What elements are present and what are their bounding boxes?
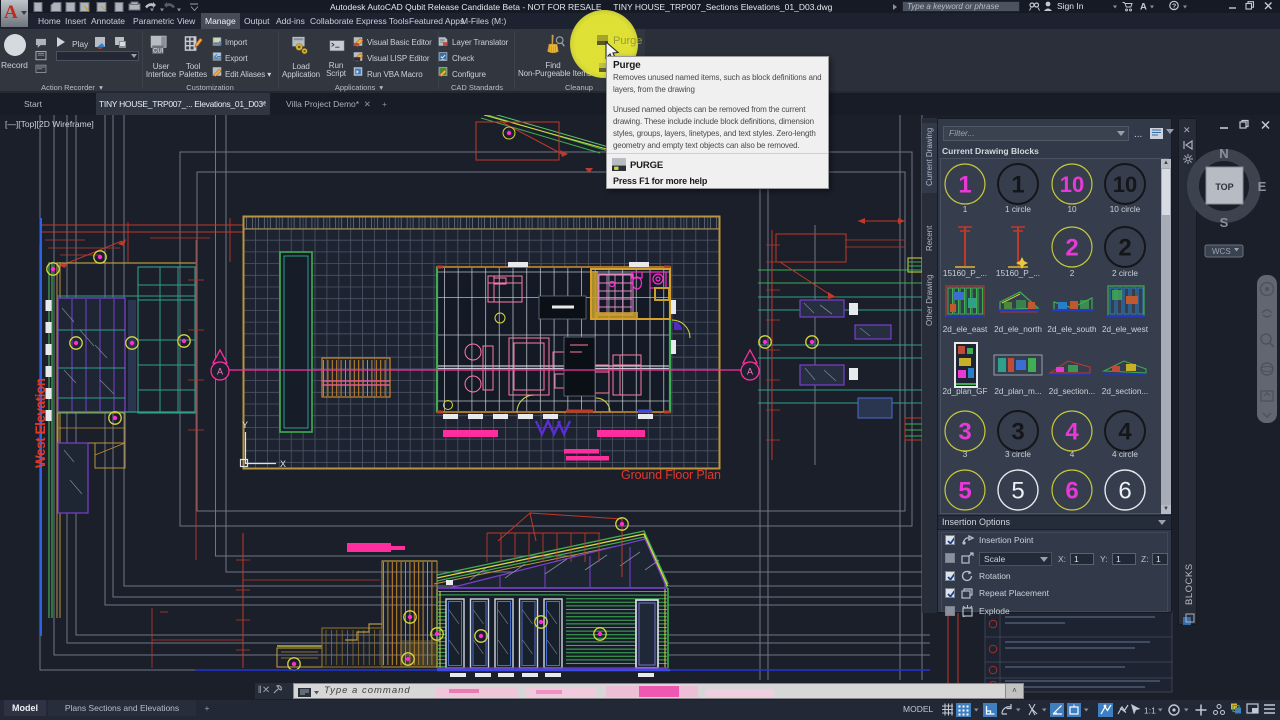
svg-text:X: X: [280, 459, 286, 469]
svg-text:1: 1: [1011, 172, 1024, 199]
svg-text:2d_ele_east: 2d_ele_east: [943, 325, 988, 334]
svg-text:4: 4: [1118, 419, 1132, 446]
svg-text:5: 5: [958, 478, 971, 505]
svg-text:2d_ele_south: 2d_ele_south: [1047, 325, 1097, 334]
svg-text:1:1: 1:1: [1144, 706, 1156, 716]
svg-text:1: 1: [963, 205, 968, 214]
svg-text:2d_section...: 2d_section...: [1049, 387, 1095, 396]
svg-text:A: A: [217, 367, 223, 377]
svg-text:Sign In: Sign In: [1057, 1, 1084, 11]
svg-text:10: 10: [1067, 205, 1077, 214]
svg-text:3: 3: [958, 419, 971, 446]
svg-text:A: A: [747, 367, 753, 377]
svg-text:3 circle: 3 circle: [1005, 450, 1031, 459]
svg-text:TOP: TOP: [1215, 182, 1233, 192]
svg-text:Y: Y: [242, 420, 248, 430]
svg-text:2 circle: 2 circle: [1112, 269, 1138, 278]
svg-text:WCS: WCS: [1212, 247, 1231, 256]
svg-text:N: N: [1219, 146, 1228, 161]
svg-text:2: 2: [1118, 235, 1131, 262]
svg-text:West Elevation: West Elevation: [33, 378, 48, 468]
svg-text:A: A: [1140, 2, 1147, 13]
svg-text:3: 3: [963, 450, 968, 459]
svg-text:15160_P_...: 15160_P_...: [996, 269, 1040, 278]
svg-text:10: 10: [1060, 172, 1084, 197]
svg-text:2d_plan_GF: 2d_plan_GF: [942, 387, 987, 396]
svg-text:?: ?: [1172, 4, 1176, 11]
svg-text:Ground Floor Plan: Ground Floor Plan: [621, 468, 721, 482]
svg-text:2d_plan_m...: 2d_plan_m...: [994, 387, 1041, 396]
svg-text:E: E: [1258, 179, 1267, 194]
svg-text:1 circle: 1 circle: [1005, 205, 1031, 214]
svg-text:4 circle: 4 circle: [1112, 450, 1138, 459]
svg-text:4: 4: [1065, 419, 1079, 446]
svg-text:CUI: CUI: [153, 48, 164, 54]
svg-text:6: 6: [1118, 478, 1131, 505]
svg-text:10 circle: 10 circle: [1110, 205, 1141, 214]
svg-text:10: 10: [1113, 172, 1137, 197]
svg-text:15160_P_...: 15160_P_...: [943, 269, 987, 278]
svg-text:5: 5: [1011, 478, 1024, 505]
svg-text:1: 1: [958, 172, 971, 199]
svg-text:2: 2: [1070, 269, 1075, 278]
svg-text:2: 2: [1065, 235, 1078, 262]
svg-text:2d_ele_north: 2d_ele_north: [994, 325, 1042, 334]
svg-text:6: 6: [1065, 478, 1078, 505]
svg-text:3: 3: [1011, 419, 1024, 446]
svg-text:2d_section...: 2d_section...: [1102, 387, 1148, 396]
svg-text:4: 4: [1070, 450, 1075, 459]
svg-text:S: S: [1220, 215, 1229, 230]
svg-text:Purge: Purge: [613, 35, 642, 47]
svg-text:2d_ele_west: 2d_ele_west: [1102, 325, 1149, 334]
